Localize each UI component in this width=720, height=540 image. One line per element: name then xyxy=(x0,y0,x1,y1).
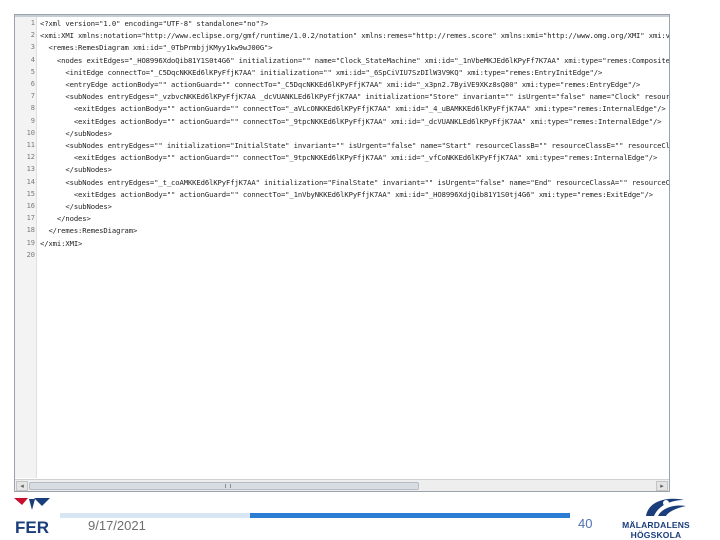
fer-logo: FER xyxy=(14,498,50,536)
line-number: 2 xyxy=(30,31,35,40)
code-line[interactable]: <subNodes entryEdges="" initialization="… xyxy=(40,141,669,150)
code-line[interactable]: </nodes> xyxy=(40,214,91,223)
mdh-emblem-icon xyxy=(646,498,686,516)
line-number: 6 xyxy=(30,80,35,88)
line-number: 12 xyxy=(26,153,35,162)
code-line[interactable]: <exitEdges actionBody="" actionGuard="" … xyxy=(40,104,666,113)
line-number: 16 xyxy=(26,202,35,210)
code-line[interactable]: <exitEdges actionBody="" actionGuard="" … xyxy=(40,117,662,126)
code-line[interactable]: <subNodes entryEdges="_t_coAMKKEd6lKPyFf… xyxy=(40,178,669,187)
code-line[interactable]: <initEdge connectTo="_C5DqcNKKEd6lKPyFfj… xyxy=(40,68,602,77)
line-number: 9 xyxy=(30,116,35,125)
line-number: 3 xyxy=(30,43,35,52)
scrollbar-grip-icon xyxy=(225,484,231,488)
code-line[interactable]: </subNodes> xyxy=(40,129,112,138)
footer-bar xyxy=(250,513,570,518)
code-line[interactable]: <exitEdges actionBody="" actionGuard="" … xyxy=(40,153,657,162)
line-number: 1 xyxy=(30,19,35,27)
xml-editor: 1 2 3 4 5 6 7 8 9 10 11 12 13 14 15 16 17 18 19 20 <?xml ve… xyxy=(14,14,670,492)
code-line[interactable]: </subNodes> xyxy=(40,202,112,211)
scrollbar-thumb[interactable] xyxy=(29,482,419,490)
code-line[interactable]: </xmi:XMI> xyxy=(40,239,82,248)
line-number: 11 xyxy=(26,141,35,149)
horizontal-scrollbar[interactable]: ◂ ▸ xyxy=(15,479,669,491)
slide-date: 9/17/2021 xyxy=(88,518,146,533)
fer-logo-text: FER xyxy=(15,518,49,536)
line-number: 18 xyxy=(26,226,35,235)
institution-name: MÄLARDALENS HÖGSKOLA xyxy=(622,520,690,540)
code-line[interactable]: <xmi:XMI xmlns:notation="http://www.ecli… xyxy=(40,31,669,40)
line-number: 20 xyxy=(26,250,35,259)
code-line[interactable]: <subNodes entryEdges="_vzbvcNKKEd6lKPyFf… xyxy=(40,92,669,101)
line-number: 14 xyxy=(26,177,35,186)
scroll-left-arrow-icon[interactable]: ◂ xyxy=(16,481,28,491)
code-line[interactable]: <remes:RemesDiagram xmi:id="_0TbPrmbjjKM… xyxy=(40,43,272,52)
code-line[interactable]: <?xml version="1.0" encoding="UTF-8" sta… xyxy=(40,19,268,28)
code-line[interactable]: </remes:RemesDiagram> xyxy=(40,226,137,235)
line-number: 5 xyxy=(30,67,35,76)
line-number: 15 xyxy=(26,189,35,198)
scroll-right-arrow-icon[interactable]: ▸ xyxy=(656,481,668,491)
line-number-gutter: 1 2 3 4 5 6 7 8 9 10 11 12 13 14 15 16 17 18 19 20 xyxy=(15,17,37,478)
slide-footer: FER 9/17/2021 40 MÄLARDALENS HÖGSKOLA xyxy=(0,492,720,540)
line-number: 4 xyxy=(30,55,35,64)
code-line[interactable]: <entryEdge actionBody="" actionGuard="" … xyxy=(40,80,640,89)
code-line[interactable]: <nodes exitEdges="_HO8996XdoQib81Y1S0t4G… xyxy=(40,56,669,65)
line-number: 8 xyxy=(30,104,35,113)
line-number: 19 xyxy=(26,238,35,247)
line-number: 17 xyxy=(26,214,35,223)
page-number: 40 xyxy=(578,516,593,531)
line-number: 7 xyxy=(30,92,35,101)
code-line[interactable]: <exitEdges actionBody="" actionGuard="" … xyxy=(40,190,653,199)
code-line[interactable]: </subNodes> xyxy=(40,165,112,174)
line-number: 13 xyxy=(26,165,35,174)
code-area[interactable]: <?xml version="1.0" encoding="UTF-8" sta… xyxy=(38,17,669,478)
line-number: 10 xyxy=(26,128,35,137)
